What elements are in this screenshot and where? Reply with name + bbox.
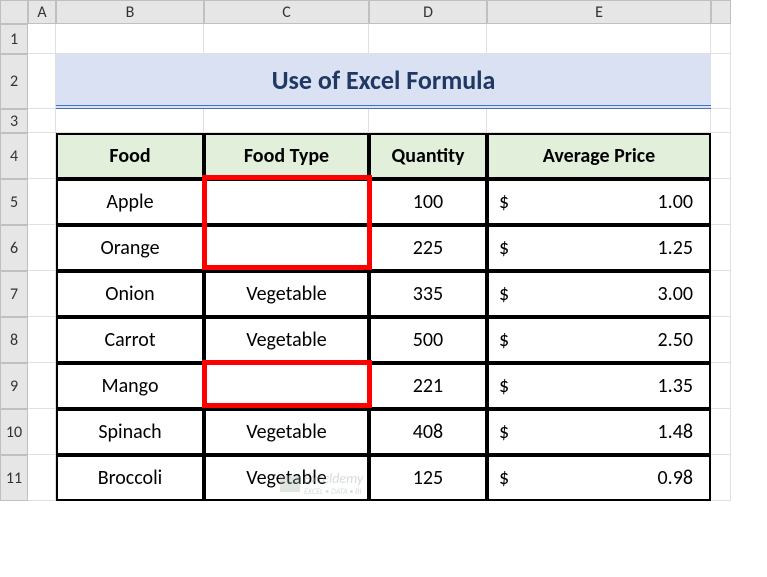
cell-food-2[interactable]: Onion (56, 271, 204, 317)
row-header-5[interactable]: 5 (0, 179, 28, 225)
row-header-2[interactable]: 2 (0, 54, 28, 109)
cell-a5[interactable] (28, 179, 56, 225)
cell-type-2[interactable]: Vegetable (204, 271, 369, 317)
cell-c1[interactable] (204, 24, 369, 54)
cell-a1[interactable] (28, 24, 56, 54)
cell-qty-4[interactable]: 221 (369, 363, 487, 409)
cell-e3[interactable] (487, 109, 711, 133)
cell-qty-3[interactable]: 500 (369, 317, 487, 363)
cell-d1[interactable] (369, 24, 487, 54)
cell-food-1[interactable]: Orange (56, 225, 204, 271)
row-header-1[interactable]: 1 (0, 24, 28, 54)
price-value: 1.48 (658, 420, 693, 444)
row-header-10[interactable]: 10 (0, 409, 28, 455)
th-food[interactable]: Food (56, 133, 204, 179)
cell-type-4[interactable] (204, 363, 369, 409)
col-header-a[interactable]: A (28, 0, 56, 24)
cell-end10 (711, 409, 731, 455)
cell-food-5[interactable]: Spinach (56, 409, 204, 455)
select-all-corner[interactable] (0, 0, 28, 24)
cell-d3[interactable] (369, 109, 487, 133)
currency-symbol: $ (499, 282, 509, 306)
row-header-11[interactable]: 11 (0, 455, 28, 501)
cell-a4[interactable] (28, 133, 56, 179)
price-value: 1.00 (658, 190, 693, 214)
cell-food-0[interactable]: Apple (56, 179, 204, 225)
cell-price-5[interactable]: $1.48 (487, 409, 711, 455)
spreadsheet-grid: A B C D E 1 2 Use of Excel Formula 3 4 F… (0, 0, 767, 501)
cell-type-5[interactable]: Vegetable (204, 409, 369, 455)
currency-symbol: $ (499, 190, 509, 214)
cell-end1 (711, 24, 731, 54)
currency-symbol: $ (499, 374, 509, 398)
col-header-e[interactable]: E (487, 0, 711, 24)
cell-end8 (711, 317, 731, 363)
row-header-9[interactable]: 9 (0, 363, 28, 409)
cell-food-4[interactable]: Mango (56, 363, 204, 409)
price-value: 1.25 (658, 236, 693, 260)
price-value: 2.50 (658, 328, 693, 352)
cell-qty-0[interactable]: 100 (369, 179, 487, 225)
row-header-7[interactable]: 7 (0, 271, 28, 317)
cell-price-0[interactable]: $1.00 (487, 179, 711, 225)
cell-qty-6[interactable]: 125 (369, 455, 487, 501)
cell-e1[interactable] (487, 24, 711, 54)
cell-qty-2[interactable]: 335 (369, 271, 487, 317)
price-value: 0.98 (658, 466, 693, 490)
cell-a6[interactable] (28, 225, 56, 271)
cell-end6 (711, 225, 731, 271)
cell-food-3[interactable]: Carrot (56, 317, 204, 363)
cell-qty-5[interactable]: 408 (369, 409, 487, 455)
watermark-tag: EXCEL • DATA • BI (304, 487, 363, 497)
th-quantity[interactable]: Quantity (369, 133, 487, 179)
title-cell[interactable]: Use of Excel Formula (56, 54, 711, 109)
cell-end4 (711, 133, 731, 179)
cell-a7[interactable] (28, 271, 56, 317)
cell-c3[interactable] (204, 109, 369, 133)
cell-price-3[interactable]: $2.50 (487, 317, 711, 363)
cell-a9[interactable] (28, 363, 56, 409)
th-avg-price[interactable]: Average Price (487, 133, 711, 179)
cell-a2[interactable] (28, 54, 56, 109)
cell-end3 (711, 109, 731, 133)
cell-end2 (711, 54, 731, 109)
cell-price-2[interactable]: $3.00 (487, 271, 711, 317)
th-food-type[interactable]: Food Type (204, 133, 369, 179)
cell-price-1[interactable]: $1.25 (487, 225, 711, 271)
row-header-8[interactable]: 8 (0, 317, 28, 363)
currency-symbol: $ (499, 236, 509, 260)
cell-end9 (711, 363, 731, 409)
row-header-4[interactable]: 4 (0, 133, 28, 179)
cell-type-1[interactable] (204, 225, 369, 271)
col-header-end (711, 0, 731, 24)
watermark-brand: Exceldemy (304, 470, 363, 487)
watermark: Exceldemy EXCEL • DATA • BI (280, 470, 363, 497)
cell-a10[interactable] (28, 409, 56, 455)
cell-end5 (711, 179, 731, 225)
currency-symbol: $ (499, 466, 509, 490)
price-value: 3.00 (658, 282, 693, 306)
cell-food-6[interactable]: Broccoli (56, 455, 204, 501)
cell-type-0[interactable] (204, 179, 369, 225)
cell-end11 (711, 455, 731, 501)
col-header-c[interactable]: C (204, 0, 369, 24)
row-header-3[interactable]: 3 (0, 109, 28, 133)
cell-b1[interactable] (56, 24, 204, 54)
cell-type-3[interactable]: Vegetable (204, 317, 369, 363)
col-header-b[interactable]: B (56, 0, 204, 24)
cell-price-4[interactable]: $1.35 (487, 363, 711, 409)
price-value: 1.35 (658, 374, 693, 398)
cell-a8[interactable] (28, 317, 56, 363)
cell-a3[interactable] (28, 109, 56, 133)
cell-a11[interactable] (28, 455, 56, 501)
currency-symbol: $ (499, 420, 509, 444)
currency-symbol: $ (499, 328, 509, 352)
cell-price-6[interactable]: $0.98 (487, 455, 711, 501)
cell-b3[interactable] (56, 109, 204, 133)
cell-end7 (711, 271, 731, 317)
row-header-6[interactable]: 6 (0, 225, 28, 271)
col-header-d[interactable]: D (369, 0, 487, 24)
watermark-icon (280, 476, 300, 492)
cell-qty-1[interactable]: 225 (369, 225, 487, 271)
